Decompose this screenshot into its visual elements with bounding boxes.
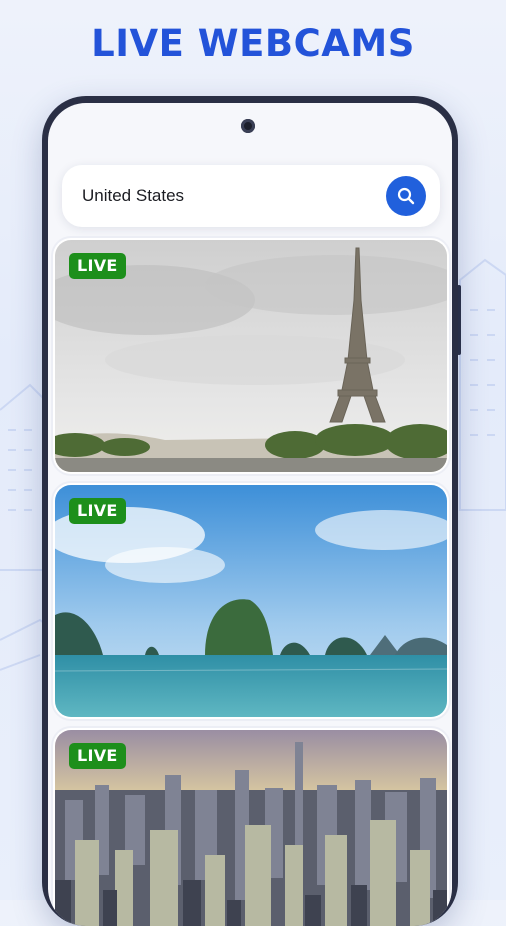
background-building-right	[459, 258, 506, 511]
live-badge: LIVE	[69, 498, 126, 524]
search-input[interactable]: United States	[82, 186, 184, 206]
search-icon	[397, 187, 415, 205]
webcam-card-tropical-sea[interactable]: LIVE	[53, 483, 449, 719]
headline-title: LIVE WEBCAMS	[91, 22, 415, 65]
search-button[interactable]	[386, 176, 426, 216]
live-badge: LIVE	[69, 743, 126, 769]
webcam-card-eiffel-tower[interactable]: LIVE	[53, 238, 449, 474]
front-camera	[241, 119, 255, 133]
phone-frame: United States LIVE LIVE LIVE	[42, 96, 458, 926]
webcam-card-city-skyline[interactable]: LIVE	[53, 728, 449, 926]
search-bar[interactable]: United States	[62, 165, 440, 227]
phone-screen: United States LIVE LIVE LIVE	[48, 103, 452, 926]
live-badge: LIVE	[69, 253, 126, 279]
